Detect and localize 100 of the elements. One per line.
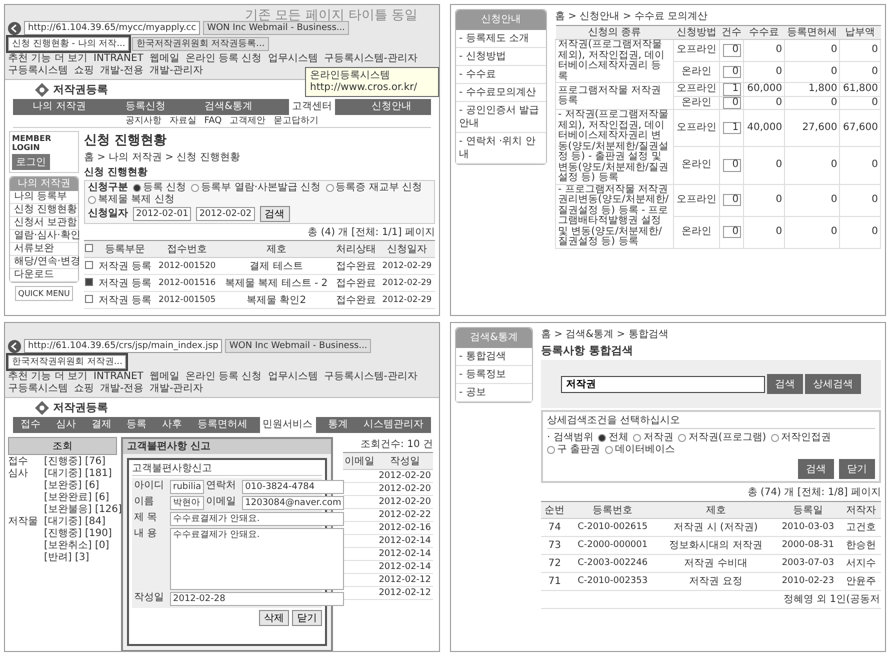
menu-item[interactable]: - 공보 <box>456 384 532 402</box>
favorite-link[interactable]: 구등록시스템 <box>8 383 68 395</box>
radio-button[interactable] <box>88 196 96 204</box>
favorite-link[interactable]: 웹메일 <box>149 53 180 65</box>
radio-button[interactable] <box>326 184 334 192</box>
favorite-link[interactable]: 업무시스템 <box>268 53 318 65</box>
dialog-button[interactable]: 닫기 <box>292 610 322 626</box>
input-field[interactable]: 1203084@naver.com <box>242 496 344 510</box>
menu-item[interactable]: 서류보완 <box>10 243 78 256</box>
favorite-link[interactable]: 온라인 등록 신청 <box>185 53 262 65</box>
menu-item[interactable]: - 등록제도 소개 <box>456 30 546 48</box>
address-bar[interactable]: http://61.104.39.65/mycc/myapply.cc <box>24 21 200 35</box>
back-icon[interactable] <box>8 340 21 352</box>
nav-tab[interactable]: 신청안내 <box>368 99 414 115</box>
radio-option[interactable]: 저작권 <box>633 432 674 444</box>
checkbox[interactable] <box>85 244 94 252</box>
nav-tab[interactable]: 등록면허세 <box>194 417 250 433</box>
panel-button[interactable]: 검색 <box>798 459 834 479</box>
quick-menu[interactable]: QUICK MENU <box>15 286 73 301</box>
count-field[interactable]: 0 <box>722 44 741 56</box>
menu-item[interactable]: - 등록정보 <box>456 366 532 384</box>
status-link[interactable]: [대기중] [84] <box>44 516 106 527</box>
status-link[interactable]: [보완취소] [0] <box>44 540 110 551</box>
subnav-link[interactable]: FAQ <box>204 115 222 127</box>
radio-option[interactable]: 등록 신청 <box>133 182 186 194</box>
nav-tab[interactable]: 심사 <box>52 417 79 433</box>
subnav-link[interactable]: 공지사항 <box>125 115 162 127</box>
menu-item[interactable]: - 공인인증서 발급안내 <box>456 102 546 133</box>
favorite-link[interactable]: 쇼핑 <box>74 383 94 395</box>
status-link[interactable]: [진행중] [76] <box>44 456 106 467</box>
radio-button[interactable] <box>133 184 141 192</box>
radio-button[interactable] <box>605 446 614 454</box>
browser-tab[interactable]: WON Inc Webmail - Business... <box>203 21 349 35</box>
status-link[interactable]: [진행중] [190] <box>44 528 112 539</box>
nav-tab[interactable]: 검색&통계 <box>202 99 256 115</box>
login-button[interactable]: 로그인 <box>12 154 50 170</box>
checkbox[interactable] <box>85 278 94 286</box>
site-logo[interactable]: 저작권등록 <box>53 82 108 97</box>
radio-button[interactable] <box>633 434 642 442</box>
favorite-link[interactable]: 개발-전용 <box>100 383 144 395</box>
count-field[interactable]: 0 <box>722 194 741 206</box>
favorite-link[interactable]: INTRANET <box>94 371 144 383</box>
input-field[interactable]: 수수료결제가 안돼요. <box>170 528 344 590</box>
subnav-link[interactable]: 묻고답하기 <box>274 115 319 127</box>
menu-item[interactable]: - 연락처 ·위치 안내 <box>456 133 546 164</box>
dialog-button[interactable]: 삭제 <box>259 610 289 626</box>
favorite-link[interactable]: INTRANET <box>94 53 144 65</box>
menu-item[interactable]: 다운로드 <box>10 269 78 282</box>
favorite-link[interactable]: 구등록시스템 <box>8 65 68 77</box>
count-field[interactable]: 0 <box>722 159 741 172</box>
nav-tab[interactable]: 통계 <box>324 417 351 433</box>
menu-item[interactable]: - 신청방법 <box>456 48 546 66</box>
count-field[interactable]: 1 <box>722 83 741 96</box>
input-field[interactable]: rubilia <box>170 480 204 494</box>
menu-item[interactable]: - 통합검색 <box>456 348 532 366</box>
search-field[interactable]: 저작권 <box>561 376 765 392</box>
status-link[interactable]: [대기중] [181] <box>44 468 112 479</box>
favorite-link[interactable]: 쇼핑 <box>74 65 94 77</box>
nav-tab[interactable]: 등록 <box>124 417 150 433</box>
favorite-link[interactable]: 구등록시스템-관리자 <box>324 53 418 65</box>
lookup-button[interactable]: 조회 <box>8 437 117 455</box>
detail-search-button[interactable]: 상세검색 <box>805 374 861 394</box>
back-icon[interactable] <box>8 22 21 34</box>
menu-item[interactable]: 열람·심사·확인 <box>10 230 78 243</box>
count-field[interactable]: 1 <box>722 122 741 134</box>
menu-item[interactable]: 나의 등록부 <box>10 191 78 204</box>
radio-option[interactable]: 저작인접권 <box>771 432 832 444</box>
status-link[interactable]: [반려] [3] <box>44 552 90 563</box>
radio-button[interactable] <box>191 184 200 192</box>
menu-item[interactable]: 해당/연속·변경 <box>10 256 78 269</box>
favorite-link[interactable]: 업무시스템 <box>268 371 318 383</box>
site-logo[interactable]: 저작권등록 <box>53 400 108 415</box>
subnav-link[interactable]: 자료실 <box>169 115 196 127</box>
browser-tab[interactable]: 한국저작권위원회 저작권등록... <box>132 37 269 51</box>
address-bar[interactable]: http://61.104.39.65/crs/jsp/main_index.jsp <box>24 339 222 353</box>
date-field[interactable]: 2012-02-02 <box>196 207 255 221</box>
nav-tab[interactable]: 민원서비스 <box>260 417 316 433</box>
search-button[interactable]: 검색 <box>767 374 803 394</box>
status-link[interactable]: [보완완료] [6] <box>44 492 110 503</box>
count-field[interactable]: 0 <box>722 66 741 78</box>
favorite-link[interactable]: 개발-관리자 <box>150 383 204 395</box>
favorite-link[interactable]: 추천 기능 더 보기 <box>8 53 88 65</box>
status-link[interactable]: [보완불응] [126] <box>44 504 122 515</box>
favorite-link[interactable]: 개발-관리자 <box>150 65 204 77</box>
menu-item[interactable]: - 수수료 <box>456 66 546 84</box>
count-field[interactable]: 0 <box>722 96 741 109</box>
search-button[interactable]: 검색 <box>260 206 290 222</box>
input-field[interactable]: 010-3824-4784 <box>242 480 344 494</box>
radio-option[interactable]: 전체 <box>598 432 628 444</box>
favorite-link[interactable]: 웹메일 <box>149 371 180 383</box>
favorite-link[interactable]: 추천 기능 더 보기 <box>8 371 88 383</box>
status-link[interactable]: [보완중] [6] <box>44 480 100 491</box>
count-field[interactable]: 0 <box>722 226 741 238</box>
menu-item[interactable]: 신청서 보관함 <box>10 217 78 230</box>
nav-tab[interactable]: 사후 <box>158 417 185 433</box>
menu-item[interactable]: - 수수료모의계산 <box>456 84 546 102</box>
checkbox[interactable] <box>85 294 94 302</box>
menu-item[interactable]: 신청 진행현황 <box>10 204 78 217</box>
nav-tab[interactable]: 결제 <box>88 417 114 433</box>
radio-button[interactable] <box>678 434 686 442</box>
